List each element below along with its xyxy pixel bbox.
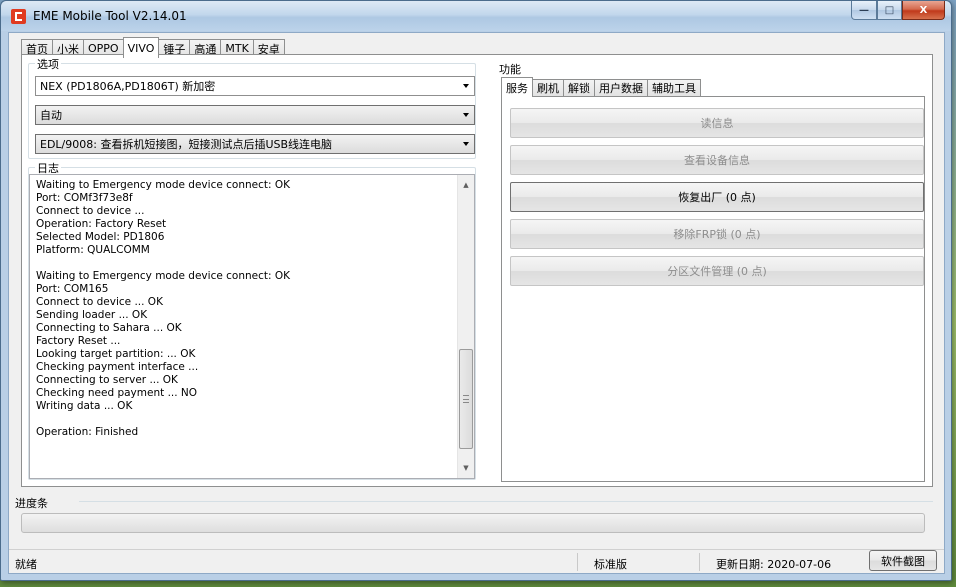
grip-icon	[463, 395, 469, 403]
method-select-value: EDL/9008: 查看拆机短接图，短接测试点后插USB线连电脑	[40, 138, 333, 151]
log-line: Platform: QUALCOMM	[36, 244, 150, 256]
model-select-value: NEX (PD1806A,PD1806T) 新加密	[40, 80, 216, 93]
log-line: Looking target partition: ... OK	[36, 348, 196, 360]
remove-frp-button[interactable]: 移除FRP锁 (0 点)	[510, 219, 924, 249]
tab-utilities[interactable]: 辅助工具	[647, 79, 701, 96]
log-line: Waiting to Emergency mode device connect…	[36, 179, 291, 191]
status-bar: 就绪 标准版 更新日期: 2020-07-06 软件截图	[9, 549, 944, 573]
function-tabs: 服务 刷机 解锁 用户数据 辅助工具	[501, 76, 701, 97]
options-group: 选项 NEX (PD1806A,PD1806T) 新加密 自动 EDL/9008…	[28, 56, 476, 159]
close-button[interactable]: X	[902, 1, 945, 20]
log-line: Checking need payment ... NO	[36, 387, 198, 399]
vivo-tab-panel: 选项 NEX (PD1806A,PD1806T) 新加密 自动 EDL/9008…	[21, 54, 933, 487]
log-lines: Waiting to Emergency mode device connect…	[36, 179, 456, 439]
log-line: Operation: Finished	[36, 426, 139, 438]
app-window: EME Mobile Tool V2.14.01 — □ X 首页 小米 OPP…	[0, 0, 952, 581]
log-line: Sending loader ... OK	[36, 309, 148, 321]
partition-manager-button[interactable]: 分区文件管理 (0 点)	[510, 256, 924, 286]
method-select[interactable]: EDL/9008: 查看拆机短接图，短接测试点后插USB线连电脑	[35, 134, 475, 154]
status-text: 就绪	[15, 558, 37, 571]
log-line: Operation: Factory Reset	[36, 218, 167, 230]
log-line: Writing data ... OK	[36, 400, 133, 412]
log-line: Factory Reset ...	[36, 335, 121, 347]
update-date-label: 更新日期: 2020-07-06	[716, 558, 832, 571]
chevron-down-icon	[463, 142, 469, 146]
log-scrollbar[interactable]: ▲ ▼	[457, 175, 474, 478]
app-logo-icon	[11, 9, 26, 24]
log-textbox[interactable]: Waiting to Emergency mode device connect…	[29, 174, 475, 479]
log-line: Checking payment interface ...	[36, 361, 199, 373]
view-device-info-button[interactable]: 查看设备信息	[510, 145, 924, 175]
service-panel: 读信息 查看设备信息 恢复出厂 (0 点) 移除FRP锁 (0 点) 分区文件管…	[501, 96, 925, 482]
mode-select[interactable]: 自动	[35, 105, 475, 125]
caption-buttons: — □ X	[851, 1, 945, 21]
log-line: Port: COMf3f73e8f	[36, 192, 133, 204]
status-divider	[577, 553, 578, 571]
window-title: EME Mobile Tool V2.14.01	[33, 9, 187, 23]
functions-group: 功能 服务 刷机 解锁 用户数据 辅助工具 读信息 查看设备信息 恢复出厂 (0…	[497, 61, 929, 482]
mode-select-value: 自动	[40, 109, 62, 122]
log-group: 日志 Waiting to Emergency mode device conn…	[28, 160, 476, 480]
status-divider	[699, 553, 700, 571]
chevron-down-icon	[463, 84, 469, 88]
progress-group: 进度条	[15, 495, 933, 541]
log-line: Connecting to Sahara ... OK	[36, 322, 182, 334]
log-line: Selected Model: PD1806	[36, 231, 165, 243]
log-line: Connect to device ... OK	[36, 296, 163, 308]
scroll-up-icon[interactable]: ▲	[458, 177, 474, 193]
maximize-button[interactable]: □	[877, 1, 902, 20]
log-line: Waiting to Emergency mode device connect…	[36, 270, 291, 282]
progress-title: 进度条	[15, 497, 48, 510]
log-line: Port: COM165	[36, 283, 109, 295]
edition-label: 标准版	[594, 558, 627, 571]
functions-group-title: 功能	[497, 61, 523, 77]
model-select[interactable]: NEX (PD1806A,PD1806T) 新加密	[35, 76, 475, 96]
log-line: Connecting to server ... OK	[36, 374, 178, 386]
options-group-title: 选项	[35, 56, 61, 72]
progress-bar	[21, 513, 925, 533]
minimize-button[interactable]: —	[851, 1, 877, 20]
read-info-button[interactable]: 读信息	[510, 108, 924, 138]
tab-unlock[interactable]: 解锁	[563, 79, 595, 96]
tab-user-data[interactable]: 用户数据	[594, 79, 648, 96]
scroll-down-icon[interactable]: ▼	[458, 460, 474, 476]
tab-vivo[interactable]: VIVO	[122, 37, 160, 58]
screenshot-button[interactable]: 软件截图	[869, 550, 937, 571]
scroll-thumb[interactable]	[459, 349, 473, 449]
chevron-down-icon	[463, 113, 469, 117]
title-bar[interactable]: EME Mobile Tool V2.14.01 — □ X	[1, 1, 951, 31]
client-area: 首页 小米 OPPO VIVO 锤子 高通 MTK 安卓 选项 NEX (PD1…	[8, 32, 945, 574]
progress-divider	[79, 501, 933, 502]
factory-reset-button[interactable]: 恢复出厂 (0 点)	[510, 182, 924, 212]
tab-service[interactable]: 服务	[501, 77, 533, 97]
log-line: Connect to device ...	[36, 205, 145, 217]
tab-flash[interactable]: 刷机	[532, 79, 564, 96]
